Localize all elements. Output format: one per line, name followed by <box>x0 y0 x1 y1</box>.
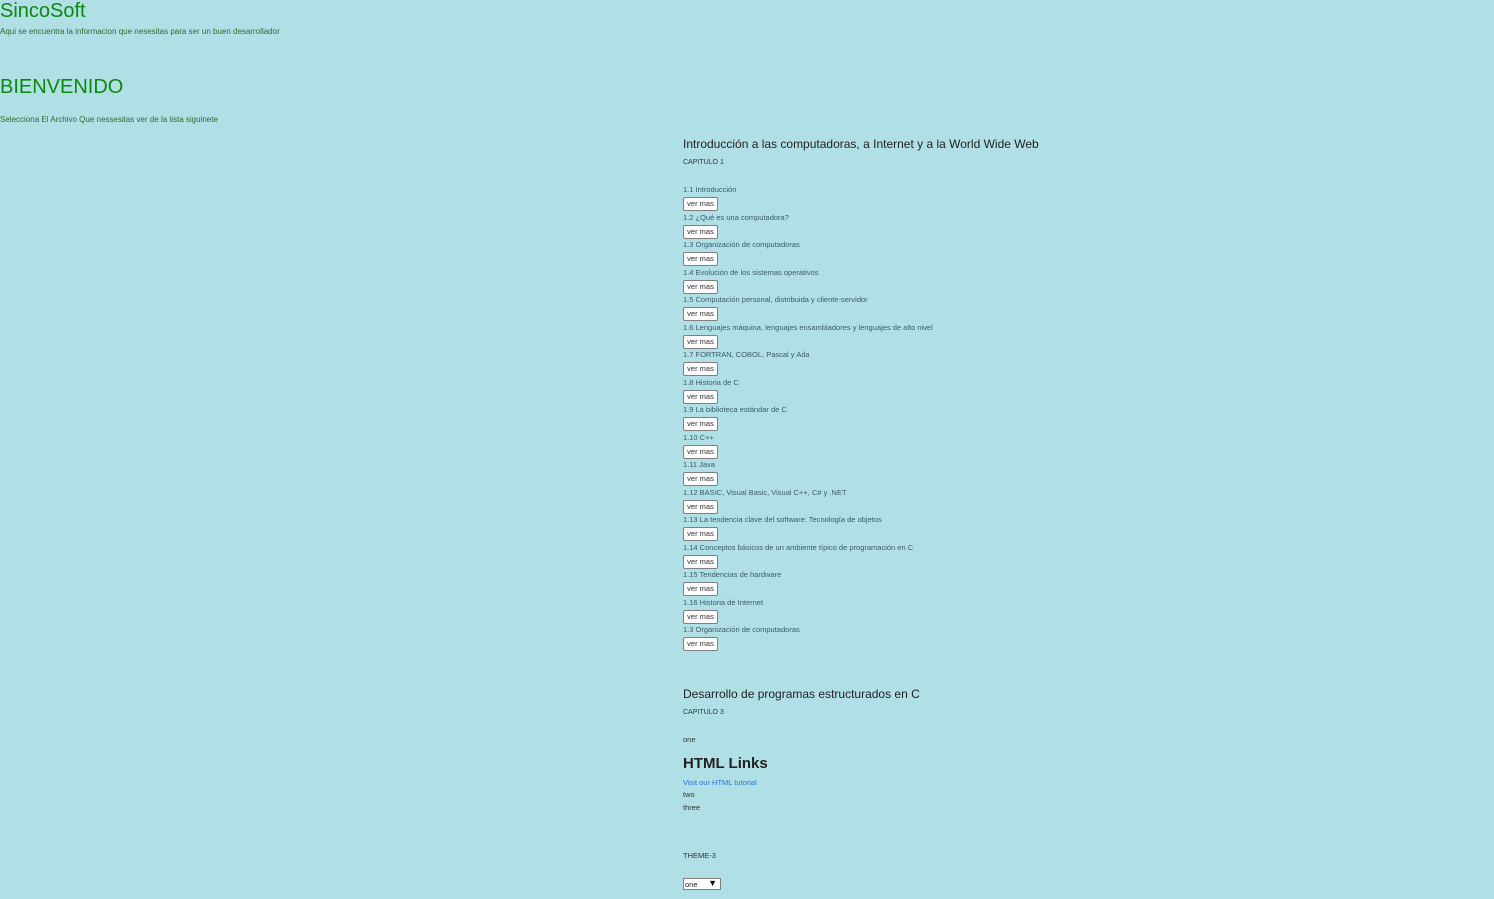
chapter3-label: CAPITULO 3 <box>683 709 724 716</box>
ver-mas-button[interactable]: ver mas <box>683 252 718 266</box>
ver-mas-button[interactable]: ver mas <box>683 527 718 541</box>
topic-label: 1.5 Computación personal, distribuida y … <box>683 295 868 304</box>
welcome-heading: BIENVENIDO <box>0 76 124 98</box>
topic-label: 1.14 Conceptos básicos de un ambiente tí… <box>683 542 914 552</box>
topic-label: 1.6 Lenguajes máquina, lenguajes ensambl… <box>683 322 933 332</box>
ver-mas-button[interactable]: ver mas <box>683 362 718 376</box>
list-item-three: three <box>683 803 701 812</box>
ver-mas-button[interactable]: ver mas <box>683 609 718 624</box>
list-item-two: two <box>683 790 695 799</box>
chapter1-title: Introducción a las computadoras, a Inter… <box>683 137 1039 151</box>
site-tagline: Aqui se encuentra la informacion que nes… <box>0 27 280 36</box>
topic-label: 1.3 Organización de computadoras <box>683 625 800 634</box>
topic-label: 1.9 La biblioteca estándar de C <box>683 405 787 414</box>
html-tutorial-link[interactable]: Visit our HTML tutorial <box>683 778 757 788</box>
theme-select-value: one <box>685 880 698 889</box>
topic-label: 1.12 BASIC, Visual Basic, Visual C++, C#… <box>683 487 847 497</box>
dropdown-arrow-icon: ▼ <box>708 878 717 888</box>
site-brand: SincoSoft <box>0 0 86 22</box>
topic-label: 1.8 Historia de C <box>683 377 739 387</box>
chapter3-title: Desarrollo de programas estructurados en… <box>683 687 920 701</box>
ver-mas-button[interactable]: ver mas <box>683 582 718 596</box>
topic-label: 1.16 Historia de Internet <box>683 597 764 607</box>
topic-label: 1.3 Organización de computadoras <box>683 240 800 249</box>
ver-mas-button[interactable]: ver mas <box>683 637 718 651</box>
chapter1-label: CAPITULO 1 <box>683 159 724 166</box>
ver-mas-button[interactable]: ver mas <box>683 417 718 431</box>
topic-label: 1.11 Java <box>683 460 715 469</box>
topic-label: 1.10 C++ <box>683 432 714 442</box>
instruction-text: Selecciona El Archivo Que nessesitas ver… <box>0 115 218 124</box>
ver-mas-button[interactable]: ver mas <box>683 472 718 486</box>
list-item-one: one <box>683 735 696 744</box>
html-links-heading: HTML Links <box>683 755 768 772</box>
ver-mas-button[interactable]: ver mas <box>683 279 718 294</box>
topic-label: 1.2 ¿Qué es una computadora? <box>683 212 789 222</box>
topic-label: 1.4 Evolución de los sistemas operativos <box>683 267 819 277</box>
topic-label: 1.13 La tendencia clave del software: Te… <box>683 515 882 524</box>
topic-label: 1.1 Introducción <box>683 185 737 194</box>
ver-mas-button[interactable]: ver mas <box>683 224 718 239</box>
ver-mas-button[interactable]: ver mas <box>683 307 718 321</box>
topic-label: 1.15 Tendencias de hardware <box>683 570 782 579</box>
ver-mas-button[interactable]: ver mas <box>683 554 718 569</box>
ver-mas-button[interactable]: ver mas <box>683 197 718 211</box>
theme-select[interactable]: one ▼ <box>683 878 721 890</box>
theme-label: THEME-3 <box>683 851 716 860</box>
ver-mas-button[interactable]: ver mas <box>683 389 718 404</box>
ver-mas-button[interactable]: ver mas <box>683 334 718 349</box>
topic-label: 1.7 FORTRAN, COBOL, Pascal y Ada <box>683 350 810 359</box>
ver-mas-button[interactable]: ver mas <box>683 444 718 459</box>
ver-mas-button[interactable]: ver mas <box>683 499 718 514</box>
